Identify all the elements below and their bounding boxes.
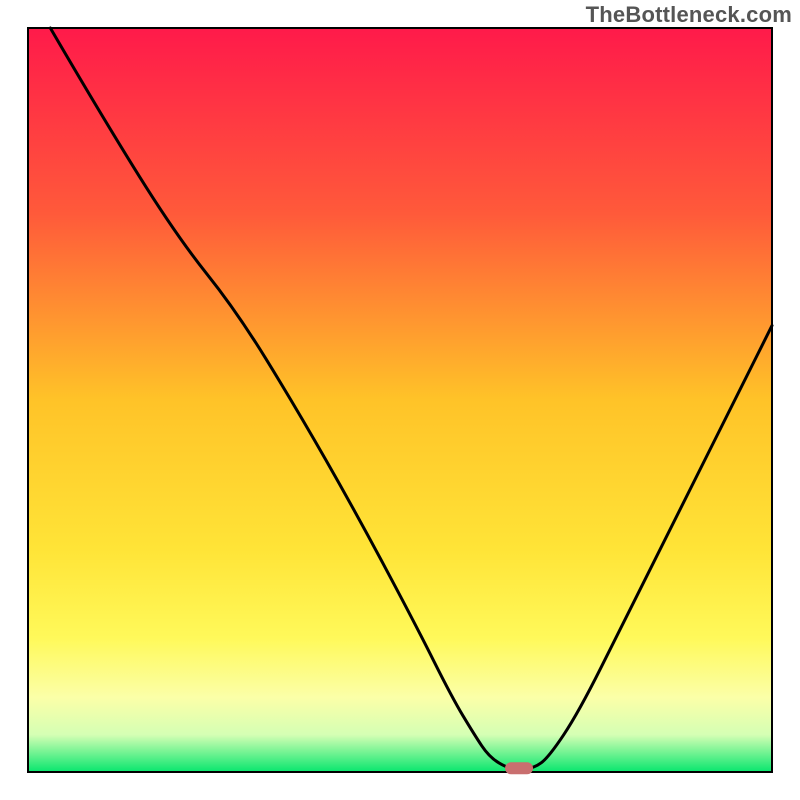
chart-container: TheBottleneck.com (0, 0, 800, 800)
bottleneck-chart (0, 0, 800, 800)
optimal-marker (505, 762, 533, 774)
watermark-text: TheBottleneck.com (586, 2, 792, 28)
plot-background (28, 28, 772, 772)
